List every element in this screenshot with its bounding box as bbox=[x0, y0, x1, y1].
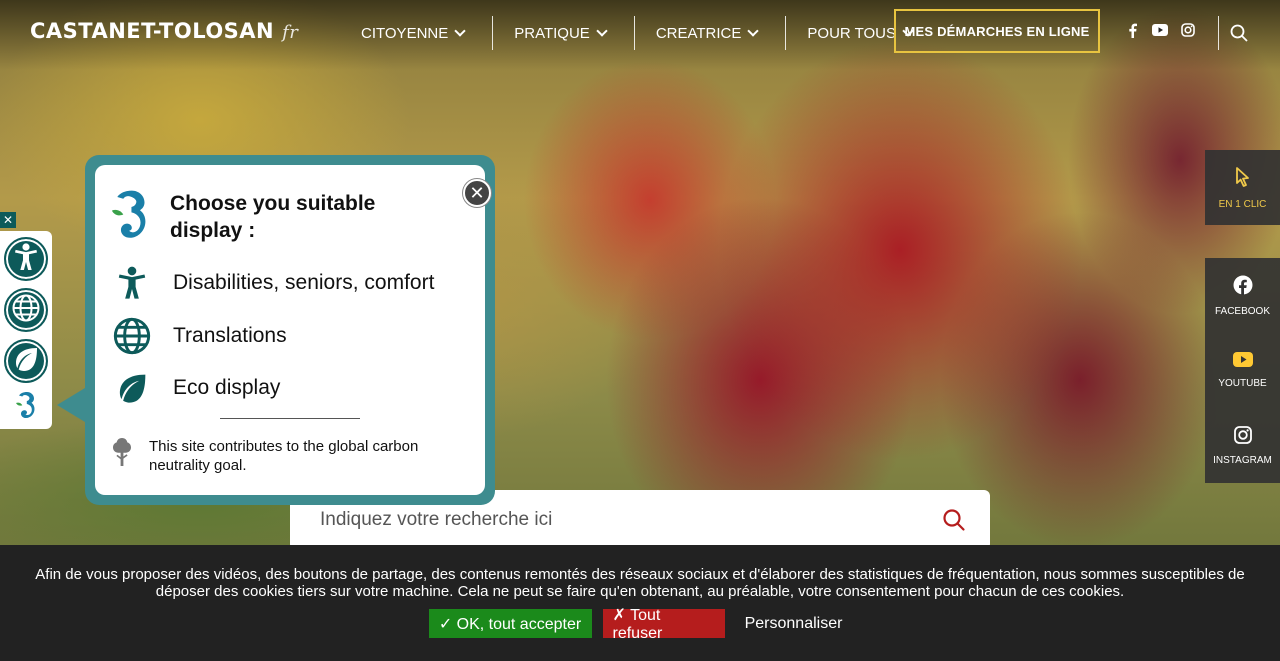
quick-link-label: INSTAGRAM bbox=[1213, 454, 1272, 466]
a11y-info-button[interactable] bbox=[4, 390, 48, 426]
accessibility-icon bbox=[12, 242, 40, 277]
online-services-button[interactable]: MES DÉMARCHES EN LIGNE bbox=[894, 9, 1100, 53]
leaf-icon bbox=[110, 366, 154, 410]
globe-icon bbox=[110, 314, 154, 358]
quick-links: EN 1 CLIC FACEBOOK YOUTUBE INSTAGRAM bbox=[1205, 150, 1280, 483]
header-social-links bbox=[1124, 22, 1196, 38]
nav-item-citoyenne[interactable]: CITOYENNE bbox=[340, 16, 494, 50]
leaf-icon bbox=[12, 345, 40, 378]
cookie-customize-button[interactable]: Personnaliser bbox=[736, 609, 852, 638]
option-label: Eco display bbox=[173, 376, 281, 399]
nav-item-pratique[interactable]: PRATIQUE bbox=[493, 16, 635, 50]
a11y-disabilities-button[interactable] bbox=[4, 237, 48, 281]
header-divider bbox=[1218, 16, 1219, 50]
a11y-toolbar bbox=[0, 231, 52, 429]
site-header: CASTANET-TOLOSAN fr CITOYENNE PRATIQUE CR… bbox=[0, 0, 1280, 66]
nav-item-creatrice[interactable]: CREATRICE bbox=[635, 16, 787, 50]
chevron-down-icon bbox=[596, 25, 608, 37]
display-options-popup: Choose you suitable display : ✕ Disabili… bbox=[85, 155, 495, 505]
search-icon[interactable] bbox=[942, 508, 966, 532]
popup-divider bbox=[220, 418, 360, 419]
quick-link-label: YOUTUBE bbox=[1218, 378, 1267, 389]
chevron-down-icon bbox=[747, 25, 760, 37]
nav-label: PRATIQUE bbox=[514, 24, 590, 42]
option-disabilities[interactable]: Disabilities, seniors, comfort bbox=[110, 261, 470, 305]
a11y-eco-button[interactable] bbox=[4, 339, 48, 383]
quick-link-label: FACEBOOK bbox=[1214, 305, 1270, 317]
popup-close-button[interactable]: ✕ bbox=[463, 179, 491, 207]
option-label: Translations bbox=[173, 324, 287, 347]
site-logo[interactable]: CASTANET-TOLOSAN fr bbox=[30, 19, 298, 43]
search-input[interactable] bbox=[320, 504, 920, 536]
seahorse-logo-icon bbox=[105, 187, 155, 245]
nav-label: POUR TOUS bbox=[807, 24, 897, 42]
carbon-notice: This site contributes to the global carb… bbox=[111, 437, 449, 475]
instagram-icon bbox=[1233, 425, 1252, 447]
logo-suffix: fr bbox=[282, 22, 299, 43]
a11y-translations-button[interactable] bbox=[4, 288, 48, 332]
option-label: Disabilities, seniors, comfort bbox=[173, 271, 435, 294]
quick-link-instagram[interactable]: INSTAGRAM bbox=[1205, 408, 1280, 483]
accessibility-icon bbox=[110, 261, 154, 305]
youtube-icon[interactable] bbox=[1152, 22, 1168, 38]
tree-icon bbox=[111, 437, 133, 472]
quick-link-one-click[interactable]: EN 1 CLIC bbox=[1205, 150, 1280, 225]
facebook-icon bbox=[1233, 275, 1253, 298]
popup-content: Choose you suitable display : ✕ Disabili… bbox=[95, 165, 491, 495]
quick-social-group: FACEBOOK YOUTUBE INSTAGRAM bbox=[1205, 258, 1280, 483]
quick-link-facebook[interactable]: FACEBOOK bbox=[1205, 258, 1280, 333]
cookie-banner: Afin de vous proposer des vidéos, des bo… bbox=[0, 545, 1280, 661]
popup-title: Choose you suitable display : bbox=[170, 192, 376, 242]
nav-label: CREATRICE bbox=[655, 24, 742, 42]
chevron-down-icon bbox=[454, 25, 466, 37]
youtube-icon bbox=[1232, 352, 1253, 370]
popup-pointer bbox=[57, 388, 85, 422]
cookie-message: Afin de vous proposer des vidéos, des bo… bbox=[35, 566, 1245, 600]
facebook-icon[interactable] bbox=[1124, 22, 1140, 38]
cookie-actions: ✓ OK, tout accepter ✗ Tout refuser Perso… bbox=[0, 607, 1280, 642]
cookie-refuse-button[interactable]: ✗ Tout refuser bbox=[602, 607, 725, 642]
carbon-text: This site contributes to the global carb… bbox=[149, 438, 419, 474]
quick-link-label: EN 1 CLIC bbox=[1218, 198, 1267, 210]
quick-link-youtube[interactable]: YOUTUBE bbox=[1205, 333, 1280, 408]
instagram-icon[interactable] bbox=[1180, 22, 1196, 38]
main-nav: CITOYENNE PRATIQUE CREATRICE POUR TOUS bbox=[340, 16, 940, 50]
logo-text: CASTANET-TOLOSAN bbox=[30, 19, 275, 43]
nav-label: CITOYENNE bbox=[361, 24, 449, 42]
seahorse-icon bbox=[13, 390, 39, 427]
cursor-icon bbox=[1234, 166, 1252, 191]
option-eco-display[interactable]: Eco display bbox=[110, 366, 470, 410]
globe-icon bbox=[11, 293, 41, 328]
search-icon[interactable] bbox=[1230, 24, 1248, 42]
cookie-accept-button[interactable]: ✓ OK, tout accepter bbox=[428, 609, 592, 638]
option-translations[interactable]: Translations bbox=[110, 314, 470, 358]
a11y-toolbar-close-button[interactable]: ✕ bbox=[0, 212, 16, 228]
